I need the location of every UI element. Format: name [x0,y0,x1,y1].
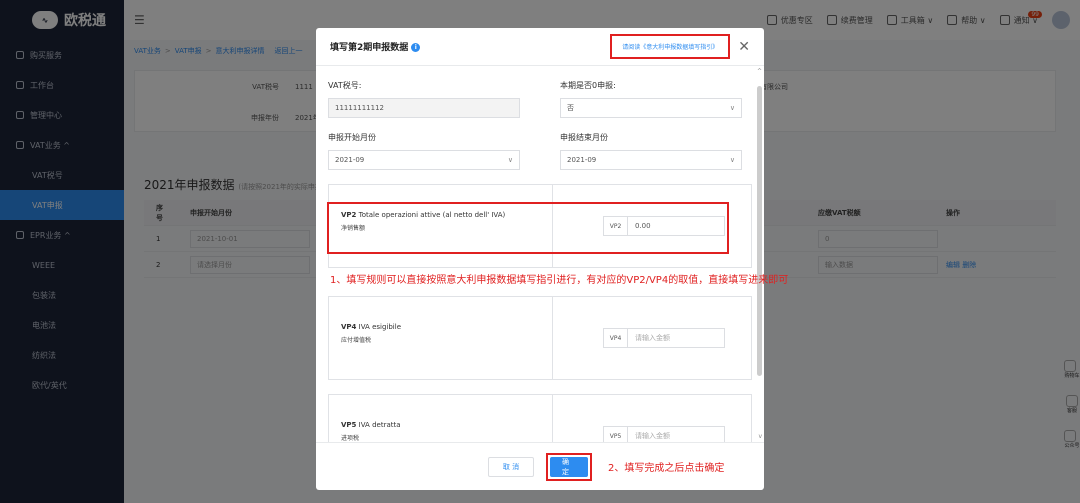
info-icon[interactable]: i [411,43,421,52]
vp4-label-cell: VP4 IVA esigibile 应付增值税 [329,297,553,379]
vp5-input[interactable]: VP5 请输入金额 [603,426,725,442]
vp4-row: VP4 IVA esigibile 应付增值税 VP4 请输入金额 [328,296,752,380]
start-month-label: 申报开始月份 [328,133,376,142]
filing-modal: 填写第2期申报数据 i 请阅读《意大利申报数据填写指引》 ✕ VAT税号: 111… [316,28,764,490]
ok-highlight: 确 定 [546,452,592,481]
cancel-button[interactable]: 取 消 [488,456,534,477]
chevron-down-icon: ∨ [729,156,735,164]
vp2-highlight-box [327,202,729,254]
scroll-down-icon[interactable]: v [758,433,762,440]
vp5-sub: 进项税 [341,435,360,442]
scroll-up-icon[interactable]: ^ [757,68,762,75]
vp5-input-cell: VP5 请输入金额 [553,395,751,442]
vp5-placeholder: 请输入金额 [635,432,670,440]
vp5-name: VP5 IVA detratta [341,421,540,429]
vat-label: VAT税号: [328,81,362,90]
modal-title-text: 填写第2期申报数据 [330,43,409,53]
vp4-name-text: IVA esigibile [358,323,402,331]
annotation-step2: 2、填写完成之后点击确定 [608,463,725,474]
form-col-right: 本期是否0申报: 否 ∨ 申报结束月份 2021-09 ∨ [540,66,752,170]
end-month-select[interactable]: 2021-09 ∨ [560,150,742,170]
zero-filing-label: 本期是否0申报: [560,81,616,90]
chevron-down-icon: ∨ [729,104,735,112]
vp4-prefix: VP4 [604,329,628,347]
vp4-name: VP4 IVA esigibile [341,323,540,331]
vp5-prefix: VP5 [604,427,628,442]
form-grid: VAT税号: 11111111112 申报开始月份 2021-09 ∨ 本期是否0… [328,66,752,170]
annotation-step1: 1、填写规则可以直接按照意大利申报数据填写指引进行，有对应的VP2/VP4的取值… [330,275,789,286]
vp5-code: VP5 [341,421,357,429]
vp5-row: VP5 IVA detratta 进项税 VP5 请输入金额 [328,394,752,442]
modal-header: 填写第2期申报数据 i 请阅读《意大利申报数据填写指引》 ✕ [316,28,764,66]
chevron-down-icon: ∨ [507,156,513,164]
vp4-sub: 应付增值税 [341,337,372,344]
vat-number-field[interactable]: 11111111112 [328,98,520,118]
start-month-select[interactable]: 2021-09 ∨ [328,150,520,170]
zero-filing-select[interactable]: 否 ∨ [560,98,742,118]
form-col-left: VAT税号: 11111111112 申报开始月份 2021-09 ∨ [328,66,540,170]
vp4-input[interactable]: VP4 请输入金额 [603,328,725,348]
guide-link[interactable]: 请阅读《意大利申报数据填写指引》 [610,34,731,59]
vp4-code: VP4 [341,323,357,331]
modal-footer: 取 消 确 定 2、填写完成之后点击确定 [316,442,764,490]
modal-title: 填写第2期申报数据 i [330,40,421,53]
zero-filing-value: 否 [567,104,574,112]
modal-body: VAT税号: 11111111112 申报开始月份 2021-09 ∨ 本期是否0… [316,66,764,442]
end-month-value: 2021-09 [567,156,597,164]
end-month-label: 申报结束月份 [560,133,608,142]
vp5-label-cell: VP5 IVA detratta 进项税 [329,395,553,442]
modal-scrollbar[interactable] [757,86,762,376]
vp5-name-text: IVA detratta [358,421,401,429]
close-icon[interactable]: ✕ [738,39,750,55]
start-month-value: 2021-09 [335,156,365,164]
confirm-button[interactable]: 确 定 [550,456,588,477]
vp4-placeholder: 请输入金额 [635,334,670,342]
vp4-input-cell: VP4 请输入金额 [553,297,751,379]
